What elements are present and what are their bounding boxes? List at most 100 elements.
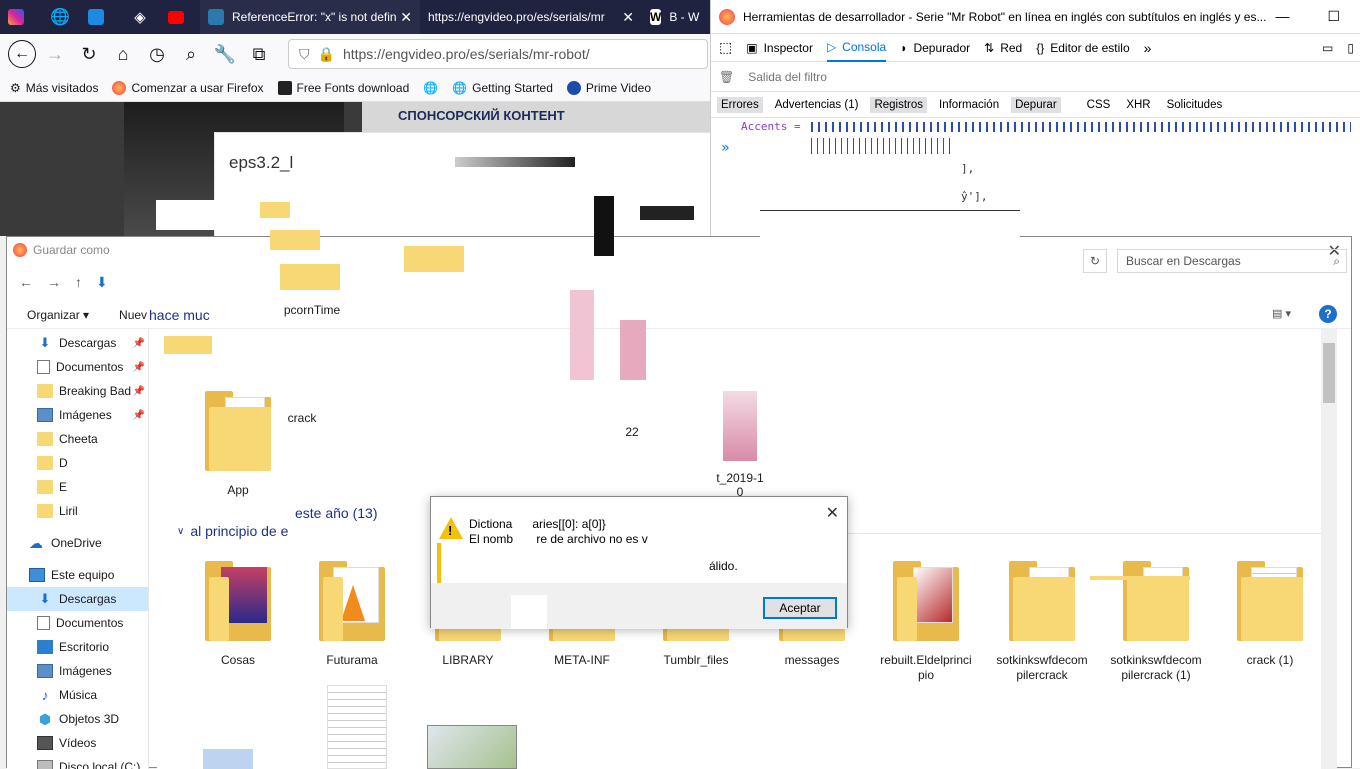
- nav-item[interactable]: Disco local (C:): [7, 755, 148, 769]
- console-prompt[interactable]: »: [721, 140, 729, 156]
- nav-item[interactable]: ⬇ Descargas: [7, 587, 148, 611]
- nav-item[interactable]: Escritorio: [7, 635, 148, 659]
- tab-style-editor[interactable]: {} Editor de estilo: [1036, 41, 1129, 55]
- bookmark-globe[interactable]: 🌐: [423, 81, 438, 95]
- tab-engvideo[interactable]: https://engvideo.pro/es/serials/mr ✕: [420, 0, 642, 34]
- close-icon[interactable]: ✕: [826, 503, 839, 523]
- new-folder-button[interactable]: Nuev: [119, 308, 147, 322]
- tab-site[interactable]: [80, 0, 120, 34]
- trash-icon[interactable]: 🗑: [719, 70, 734, 84]
- nav-item[interactable]: Breaking Bad 📌: [7, 379, 148, 403]
- minimize-icon[interactable]: —: [1275, 8, 1289, 25]
- level-css[interactable]: CSS: [1083, 97, 1115, 113]
- nav-item[interactable]: Documentos 📌: [7, 355, 148, 379]
- tab-network[interactable]: ⇅ Red: [984, 41, 1022, 55]
- level-warnings[interactable]: Advertencias (1): [771, 97, 863, 113]
- nav-item[interactable]: Liril: [7, 499, 148, 523]
- folder-icon: [37, 432, 53, 446]
- refresh-button[interactable]: ↻: [1083, 249, 1107, 273]
- level-xhr[interactable]: XHR: [1122, 97, 1154, 113]
- history-button[interactable]: ◷: [142, 39, 172, 69]
- file-item[interactable]: 22: [577, 425, 687, 439]
- tab-youtube[interactable]: [160, 0, 200, 34]
- url-bar[interactable]: ⛉ 🔒 https://engvideo.pro/es/serials/mr-r…: [288, 39, 708, 69]
- shield-icon[interactable]: ⛉: [299, 46, 310, 63]
- level-info[interactable]: Información: [935, 97, 1003, 113]
- nav-item[interactable]: ♪ Música: [7, 683, 148, 707]
- firefox-icon: [13, 243, 27, 257]
- group-header-earlier[interactable]: hace muc: [149, 307, 210, 323]
- nav-item[interactable]: Cheeta: [7, 427, 148, 451]
- close-icon[interactable]: ✕: [400, 9, 412, 26]
- tab-reference-error[interactable]: ReferenceError: "x" is not defin ✕: [200, 0, 420, 34]
- tab-instagram[interactable]: [0, 0, 40, 34]
- nav-item[interactable]: ☁ OneDrive: [7, 531, 148, 555]
- search-placeholder: Buscar en Descargas: [1126, 254, 1241, 268]
- nav-item[interactable]: Este equipo: [7, 563, 148, 587]
- level-debug[interactable]: Depurar: [1011, 96, 1061, 113]
- search-button[interactable]: ⌕: [176, 39, 206, 69]
- search-input[interactable]: Buscar en Descargas ⌕: [1117, 249, 1347, 273]
- help-icon[interactable]: ?: [1319, 305, 1337, 323]
- tab-codepen[interactable]: ◈: [120, 0, 160, 34]
- inspector-icon: ▣: [746, 40, 758, 55]
- responsive-icon[interactable]: ▯: [1347, 41, 1360, 55]
- tab-console[interactable]: ▷ Consola: [826, 34, 887, 62]
- close-icon[interactable]: ✕: [622, 9, 634, 26]
- folder-item[interactable]: sotkinkswfdecom pilercrack: [987, 561, 1097, 683]
- scrollbar-thumb[interactable]: [1323, 343, 1335, 403]
- bookmark-firefox[interactable]: Comenzar a usar Firefox: [112, 80, 264, 95]
- filter-input[interactable]: Salida del filtro: [748, 70, 827, 84]
- tools-button[interactable]: 🔧: [210, 39, 240, 69]
- nav-item[interactable]: Documentos: [7, 611, 148, 635]
- file-item[interactable]: crack: [247, 411, 357, 425]
- nav-item[interactable]: ⬢ Objetos 3D: [7, 707, 148, 731]
- tab-globe[interactable]: 🌐: [40, 0, 80, 34]
- back-arrow-icon[interactable]: ←: [19, 274, 33, 290]
- bookmark-free-fonts[interactable]: Free Fonts download: [277, 80, 409, 95]
- folder-item[interactable]: Futurama: [297, 561, 407, 668]
- tab-debugger[interactable]: ◗ Depurador: [900, 41, 970, 55]
- folder-item[interactable]: App: [183, 391, 293, 497]
- bookmark-most-visited[interactable]: ⚙ Más visitados: [10, 81, 98, 95]
- home-button[interactable]: ⌂: [108, 39, 138, 69]
- level-errors[interactable]: Errores: [717, 96, 763, 113]
- file-item[interactable]: t_2019-1 0: [685, 391, 795, 499]
- maximize-icon[interactable]: ☐: [1327, 8, 1340, 25]
- nav-item[interactable]: Imágenes 📌: [7, 403, 148, 427]
- forward-button[interactable]: →: [40, 39, 70, 69]
- accept-button[interactable]: Aceptar: [763, 597, 837, 619]
- group-header-this-year[interactable]: este año (13): [295, 505, 378, 521]
- folder-item[interactable]: Cosas: [183, 561, 293, 668]
- lock-icon[interactable]: 🔒: [318, 46, 335, 63]
- nav-item[interactable]: Vídeos: [7, 731, 148, 755]
- folder-label: Cosas: [220, 653, 255, 667]
- url-text[interactable]: https://engvideo.pro/es/serials/mr-robot…: [343, 46, 590, 62]
- nav-item[interactable]: Imágenes: [7, 659, 148, 683]
- bookmark-getting-started[interactable]: 🌐 Getting Started: [452, 81, 553, 95]
- folder-item[interactable]: rebuilt.Eldelprinci pio: [871, 561, 981, 683]
- folder-item[interactable]: pcornTime: [257, 303, 367, 317]
- pick-element-icon[interactable]: ⬚: [719, 39, 732, 56]
- tab-inspector[interactable]: ▣ Inspector: [746, 41, 813, 55]
- folder-icon: [205, 391, 271, 471]
- up-arrow-icon[interactable]: ↑: [75, 274, 82, 290]
- folder-item[interactable]: crack (1): [1215, 561, 1325, 668]
- group-header-beginning[interactable]: ∨ al principio de e: [177, 523, 288, 539]
- forward-arrow-icon[interactable]: →: [47, 274, 61, 290]
- more-tabs-icon[interactable]: »: [1144, 40, 1152, 56]
- reload-button[interactable]: ↻: [74, 39, 104, 69]
- organize-button[interactable]: Organizar ▾: [27, 308, 89, 322]
- view-options-button[interactable]: ▤ ▾: [1272, 307, 1291, 320]
- scrollbar[interactable]: [1321, 329, 1337, 769]
- screenshot-button[interactable]: ⧉: [244, 39, 274, 69]
- nav-item[interactable]: D: [7, 451, 148, 475]
- nav-item[interactable]: ⬇ Descargas 📌: [7, 331, 148, 355]
- bookmark-prime-video[interactable]: Prime Video: [566, 80, 651, 95]
- dock-icon[interactable]: ▭: [1322, 41, 1333, 55]
- level-logs[interactable]: Registros: [870, 96, 928, 113]
- back-button[interactable]: ←: [8, 40, 36, 68]
- level-requests[interactable]: Solicitudes: [1163, 97, 1227, 113]
- tab-wikipedia[interactable]: W B - W: [642, 0, 702, 34]
- nav-item[interactable]: E: [7, 475, 148, 499]
